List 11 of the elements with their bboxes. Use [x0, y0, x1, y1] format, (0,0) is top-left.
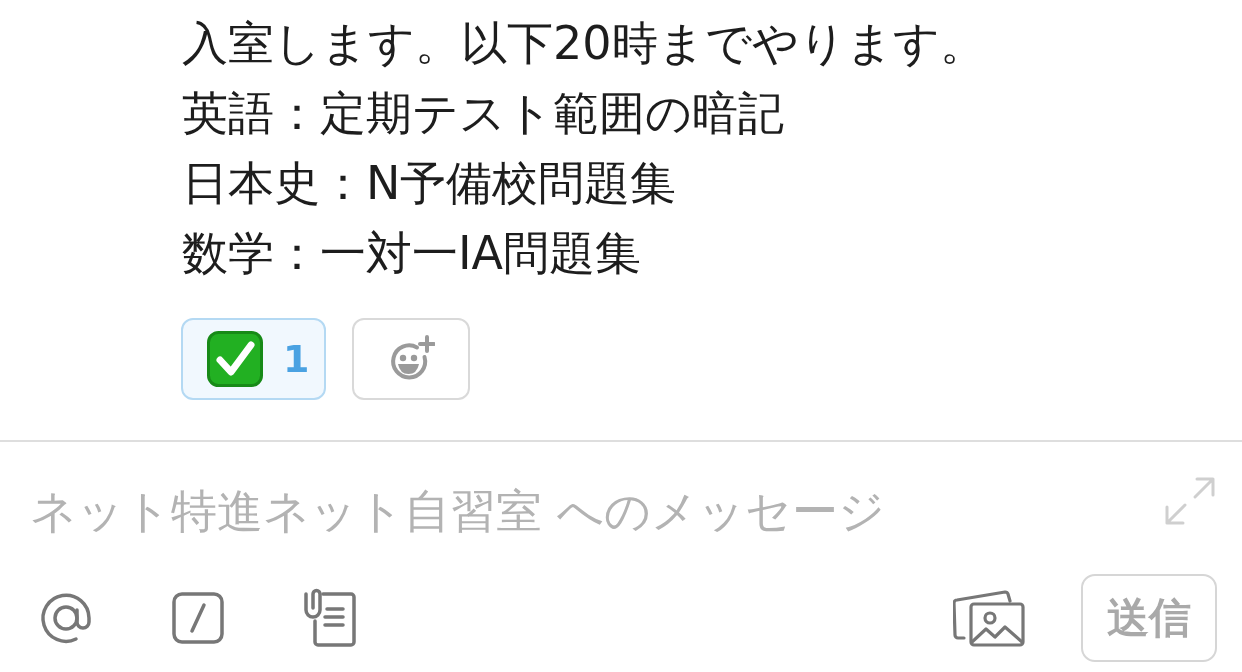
attach-file-icon[interactable]: [303, 588, 357, 648]
slash-command-icon[interactable]: [172, 592, 224, 644]
message-line: 数学：一対一IA問題集: [182, 225, 643, 282]
photo-gallery-icon[interactable]: [953, 589, 1025, 647]
reaction-button[interactable]: 1: [181, 318, 326, 400]
message-line: 英語：定期テスト範囲の暗記: [182, 85, 785, 142]
check-mark-icon: [207, 331, 263, 387]
message-input[interactable]: ネット特進ネット自習室 へのメッセージ: [24, 476, 1164, 546]
message-line: 入室します。以下20時までやります。: [182, 15, 987, 72]
add-reaction-button[interactable]: [352, 318, 470, 400]
message-line: 日本史：N予備校問題集: [182, 155, 678, 212]
